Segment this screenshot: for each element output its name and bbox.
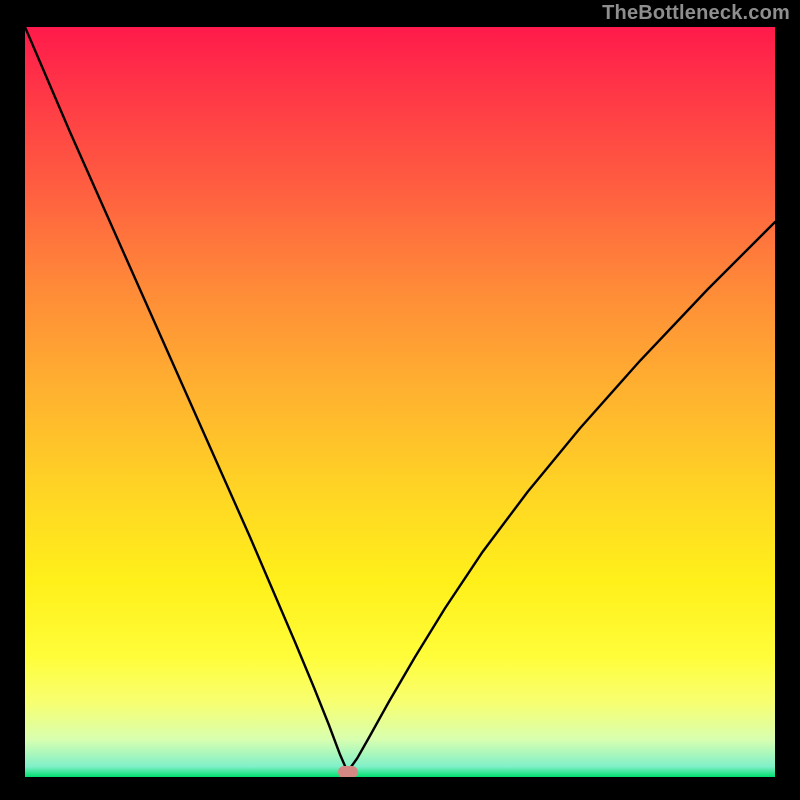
bottleneck-curve [25,27,775,777]
chart-stage: TheBottleneck.com [0,0,800,800]
minimum-marker [338,766,358,777]
watermark-label: TheBottleneck.com [602,2,790,25]
curve-path [25,27,775,772]
plot-area [25,27,775,777]
